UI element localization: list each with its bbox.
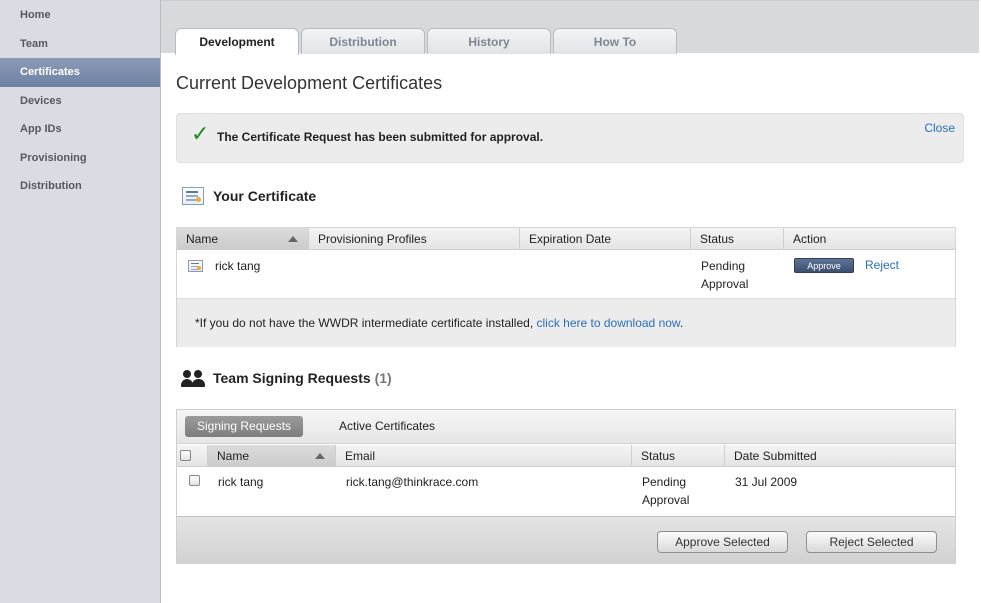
- approve-button[interactable]: Approve: [794, 258, 854, 273]
- team-signing-count: (1): [374, 370, 392, 386]
- success-notice: ✓ The Certificate Request has been submi…: [176, 113, 964, 163]
- row-checkbox[interactable]: [189, 475, 200, 486]
- tab-development[interactable]: Development: [175, 28, 299, 55]
- page-title: Current Development Certificates: [176, 73, 443, 93]
- signing-actions-bar: Approve Selected Reject Selected: [177, 516, 955, 564]
- certificate-name: rick tang: [215, 259, 261, 273]
- column-expiration-date[interactable]: Expiration Date: [520, 228, 691, 250]
- notice-message: The Certificate Request has been submitt…: [217, 130, 544, 144]
- tab-distribution[interactable]: Distribution: [301, 28, 425, 54]
- main-content: Development Distribution History How To …: [161, 0, 981, 603]
- certificate-status-line2: Approval: [701, 277, 749, 291]
- certificate-table-header: Name Provisioning Profiles Expiration Da…: [177, 228, 955, 250]
- signing-requests-panel: Signing Requests Active Certificates Nam…: [176, 409, 956, 564]
- column-provisioning-profiles[interactable]: Provisioning Profiles: [309, 228, 520, 250]
- tab-bar: Development Distribution History How To: [161, 0, 979, 55]
- select-all-checkbox[interactable]: [180, 450, 191, 461]
- select-all-column: [177, 445, 208, 467]
- column-email[interactable]: Email: [336, 445, 632, 467]
- request-status-line2: Approval: [642, 493, 690, 507]
- sidebar-item-devices[interactable]: Devices: [0, 87, 160, 116]
- certificate-icon: [188, 260, 203, 272]
- column-name-label: Name: [186, 232, 219, 246]
- footnote-text: *If you do not have the WWDR intermediat…: [195, 316, 683, 330]
- request-name: rick tang: [218, 475, 264, 489]
- certificate-table: Name Provisioning Profiles Expiration Da…: [176, 227, 956, 347]
- reject-selected-button[interactable]: Reject Selected: [806, 531, 937, 553]
- sidebar-item-team[interactable]: Team: [0, 30, 160, 59]
- approve-selected-button[interactable]: Approve Selected: [657, 531, 788, 553]
- checkmark-icon: ✓: [191, 121, 210, 146]
- sidebar-item-home[interactable]: Home: [0, 1, 160, 30]
- tab-how-to[interactable]: How To: [553, 28, 677, 54]
- request-email: rick.tang@thinkrace.com: [346, 475, 479, 489]
- signing-segment-bar: Signing Requests Active Certificates: [177, 410, 955, 444]
- column-status[interactable]: Status: [632, 445, 725, 467]
- certificate-icon: [182, 187, 204, 205]
- footnote-suffix: .: [679, 316, 684, 330]
- column-name[interactable]: Name: [177, 228, 309, 250]
- request-date-submitted: 31 Jul 2009: [735, 475, 798, 489]
- your-certificate-heading: Your Certificate: [213, 188, 317, 204]
- sort-ascending-icon: [315, 453, 325, 459]
- column-date-submitted[interactable]: Date Submitted: [725, 445, 956, 467]
- request-status-line1: Pending: [642, 475, 687, 489]
- column-name[interactable]: Name: [208, 445, 336, 467]
- sidebar-item-provisioning[interactable]: Provisioning: [0, 144, 160, 173]
- footnote-prefix: *If you do not have the WWDR intermediat…: [195, 316, 537, 330]
- sidebar: Home Team Certificates Devices App IDs P…: [0, 0, 161, 603]
- sidebar-item-distribution[interactable]: Distribution: [0, 172, 160, 201]
- column-name-label: Name: [217, 449, 250, 463]
- team-signing-title: Team Signing Requests: [213, 370, 371, 386]
- segment-signing-requests[interactable]: Signing Requests: [185, 416, 304, 437]
- column-action: Action: [793, 232, 827, 246]
- team-signing-heading: Team Signing Requests (1): [213, 370, 392, 386]
- close-notice-link[interactable]: Close: [924, 121, 955, 135]
- column-status[interactable]: Status: [691, 228, 784, 250]
- tab-history[interactable]: History: [427, 28, 551, 54]
- signing-table-header: Name Email Status Date Submitted: [177, 445, 955, 467]
- reject-link[interactable]: Reject: [865, 256, 899, 274]
- sort-ascending-icon: [288, 236, 298, 242]
- sidebar-item-app-ids[interactable]: App IDs: [0, 115, 160, 144]
- segment-active-certificates[interactable]: Active Certificates: [327, 416, 447, 437]
- sidebar-nav: Home Team Certificates Devices App IDs P…: [0, 0, 160, 201]
- download-wwdr-link[interactable]: click here to download now: [537, 316, 680, 330]
- wwdr-footnote: *If you do not have the WWDR intermediat…: [177, 298, 955, 347]
- sidebar-item-certificates[interactable]: Certificates: [0, 58, 160, 87]
- certificate-status-line1: Pending: [701, 259, 746, 273]
- people-icon: [181, 370, 207, 388]
